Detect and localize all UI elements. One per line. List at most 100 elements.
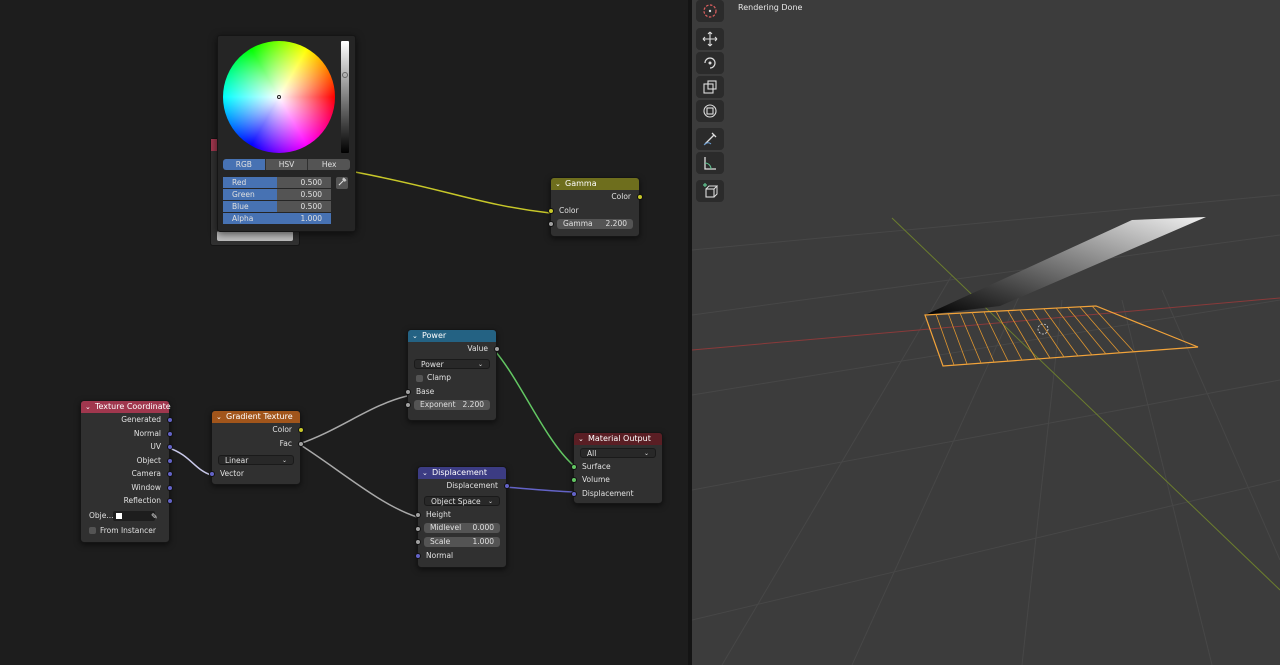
annotate-icon[interactable] (696, 128, 724, 150)
red-label: Red (232, 178, 247, 187)
input-volume: Volume (570, 473, 662, 487)
input-normal: Normal (414, 549, 506, 563)
clamp-checkbox[interactable] (416, 374, 423, 382)
alpha-field[interactable]: Alpha 1.000 (223, 213, 331, 224)
gradient-texture-node[interactable]: ⌄ Gradient Texture Color Fac Linear ⌄ Vect… (208, 410, 304, 485)
target-dropdown[interactable]: All ⌄ (580, 447, 656, 458)
operation-dropdown[interactable]: Power ⌄ (414, 359, 490, 369)
red-field[interactable]: Red 0.500 (223, 177, 331, 188)
cursor-icon[interactable] (696, 0, 724, 22)
output-label: Color (611, 192, 631, 201)
value-slider-knob[interactable] (342, 72, 348, 78)
red-value: 0.500 (300, 178, 322, 187)
input-socket[interactable] (414, 552, 421, 559)
tab-rgb[interactable]: RGB (223, 159, 266, 170)
output-socket[interactable] (166, 498, 173, 504)
collapse-chevron-icon[interactable]: ⌄ (422, 467, 428, 479)
gamma-field[interactable]: Gamma 2.200 (557, 218, 633, 229)
green-label: Green (232, 190, 255, 199)
chevron-down-icon: ⌄ (281, 456, 287, 464)
from-instancer-row[interactable]: From Instancer (81, 524, 169, 538)
displacement-header[interactable]: ⌄ Displacement (418, 467, 506, 479)
link-displacement-to-output (504, 486, 574, 493)
collapse-chevron-icon[interactable]: ⌄ (216, 411, 222, 423)
input-socket[interactable] (570, 463, 577, 470)
output-label: Displacement (446, 481, 498, 490)
collapse-chevron-icon[interactable]: ⌄ (412, 330, 418, 342)
input-label: Surface (582, 461, 611, 471)
value-slider[interactable] (341, 41, 349, 153)
move-icon[interactable] (696, 28, 724, 50)
output-socket[interactable] (166, 484, 173, 491)
input-socket[interactable] (570, 477, 577, 483)
collapse-chevron-icon[interactable]: ⌄ (555, 178, 561, 190)
gradient-texture-header[interactable]: ⌄ Gradient Texture (212, 411, 300, 423)
input-socket[interactable] (208, 470, 215, 477)
output-generated: Generated (81, 413, 173, 427)
shader-node-editor[interactable]: RGB HSV Hex Red 0.500 Green 0.500 Blue 0… (0, 0, 688, 665)
rotate-icon[interactable] (696, 52, 724, 74)
input-label: Displacement (582, 488, 634, 498)
green-field[interactable]: Green 0.500 (223, 189, 331, 200)
input-socket[interactable] (414, 539, 421, 545)
gamma-color-output: Color (551, 190, 643, 204)
tab-hex[interactable]: Hex (308, 159, 351, 170)
output-label: Color (272, 425, 292, 434)
from-instancer-checkbox[interactable] (89, 527, 96, 534)
power-header[interactable]: ⌄ Power (408, 330, 496, 342)
output-socket[interactable] (503, 483, 510, 489)
transform-icon[interactable] (696, 100, 724, 122)
input-socket[interactable] (547, 207, 554, 214)
output-socket[interactable] (636, 194, 643, 200)
texture-coordinate-node[interactable]: ⌄ Texture Coordinate Generated Normal UV … (80, 400, 173, 543)
output-label: Value (467, 344, 488, 353)
space-row: Object Space ⌄ (418, 495, 506, 509)
material-output-header[interactable]: ⌄ Material Output (574, 433, 662, 445)
output-socket[interactable] (166, 430, 173, 437)
color-wheel[interactable] (223, 41, 335, 153)
blue-field[interactable]: Blue 0.500 (223, 201, 331, 212)
exponent-field[interactable]: Exponent 2.200 (414, 399, 490, 410)
scale-field[interactable]: Scale 1.000 (424, 536, 500, 547)
clamp-row[interactable]: Clamp (408, 371, 496, 385)
object-field[interactable] (113, 510, 155, 521)
material-output-node[interactable]: ⌄ Material Output All ⌄ Surface Volume Dis… (570, 432, 663, 504)
field-value: 2.200 (462, 399, 484, 409)
texture-coordinate-header[interactable]: ⌄ Texture Coordinate (81, 401, 171, 413)
link-fac-to-height (298, 443, 418, 518)
gradient-type-dropdown[interactable]: Linear ⌄ (218, 454, 294, 465)
output-socket[interactable] (166, 417, 173, 423)
measure-icon[interactable] (696, 152, 724, 174)
gamma-header[interactable]: ⌄ Gamma (551, 178, 639, 190)
color-wheel-cursor[interactable] (277, 95, 281, 99)
output-socket[interactable] (166, 457, 173, 464)
color-picker-popup[interactable]: RGB HSV Hex Red 0.500 Green 0.500 Blue 0… (217, 35, 356, 232)
scale-icon[interactable] (696, 76, 724, 98)
midlevel-field[interactable]: Midlevel 0.000 (424, 523, 500, 533)
link-uv-to-vector (168, 447, 212, 476)
tab-hsv[interactable]: HSV (265, 159, 309, 170)
3d-viewport[interactable]: Rendering Done (692, 0, 1280, 665)
collapse-chevron-icon[interactable]: ⌄ (85, 401, 91, 413)
output-socket[interactable] (166, 444, 173, 450)
displacement-node[interactable]: ⌄ Displacement Displacement Object Space ⌄… (414, 466, 510, 568)
color-swatch[interactable] (217, 231, 293, 241)
space-dropdown[interactable]: Object Space ⌄ (424, 496, 500, 506)
eyedropper-icon[interactable]: ✎ (151, 509, 158, 525)
gamma-node[interactable]: ⌄ Gamma Color Color Gamma 2.200 (547, 177, 643, 237)
input-socket[interactable] (414, 525, 421, 532)
input-socket[interactable] (404, 388, 411, 395)
input-height: Height (414, 508, 506, 522)
eyedropper-icon[interactable] (336, 177, 348, 189)
output-socket[interactable] (493, 346, 500, 352)
output-socket[interactable] (297, 440, 304, 447)
input-socket[interactable] (404, 402, 411, 408)
output-socket[interactable] (166, 471, 173, 477)
add-cube-icon[interactable] (696, 180, 724, 202)
collapse-chevron-icon[interactable]: ⌄ (578, 433, 584, 445)
input-socket[interactable] (414, 512, 421, 518)
math-power-node[interactable]: ⌄ Power Value Power ⌄ Clamp Base Exponent 2… (404, 329, 500, 421)
input-socket[interactable] (547, 221, 554, 227)
input-socket[interactable] (570, 490, 577, 497)
output-socket[interactable] (297, 427, 304, 433)
